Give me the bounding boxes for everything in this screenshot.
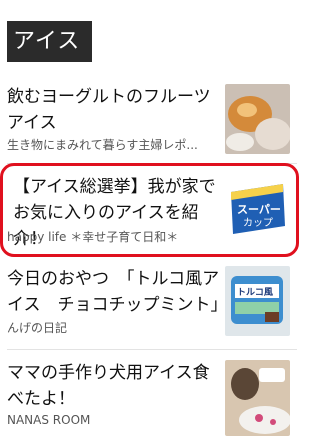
article-source: んげの日記 <box>7 321 68 335</box>
article-thumbnail[interactable]: トルコ風 <box>225 266 290 336</box>
article-title[interactable]: 飲むヨーグルトのフルーツアイス <box>7 84 222 136</box>
highlight-outline <box>0 163 299 257</box>
dog-ice-image <box>225 360 290 436</box>
article-item-dog-ice[interactable]: ママの手作り犬用アイス食べたよ！ NANAS ROOM <box>7 360 297 436</box>
divider <box>7 349 297 350</box>
article-thumbnail[interactable] <box>225 360 290 436</box>
section-title: アイス <box>7 21 92 62</box>
article-item-turkish-ice[interactable]: 今日のおやつ 「トルコ風アイス チョコチップミント」 んげの日記 トルコ風 <box>7 266 297 336</box>
article-source: NANAS ROOM <box>7 413 91 427</box>
yogurt-ice-image <box>225 84 290 154</box>
svg-text:トルコ風: トルコ風 <box>237 287 273 298</box>
turkish-ice-image: トルコ風 <box>225 266 290 336</box>
article-title[interactable]: 今日のおやつ 「トルコ風アイス チョコチップミント」 <box>7 266 228 318</box>
article-item-yogurt-ice[interactable]: 飲むヨーグルトのフルーツアイス 生き物にまみれて暮らす主婦レポ... <box>7 84 297 154</box>
article-title[interactable]: ママの手作り犬用アイス食べたよ！ <box>7 360 222 412</box>
article-thumbnail[interactable] <box>225 84 290 154</box>
article-source: 生き物にまみれて暮らす主婦レポ... <box>7 138 198 152</box>
